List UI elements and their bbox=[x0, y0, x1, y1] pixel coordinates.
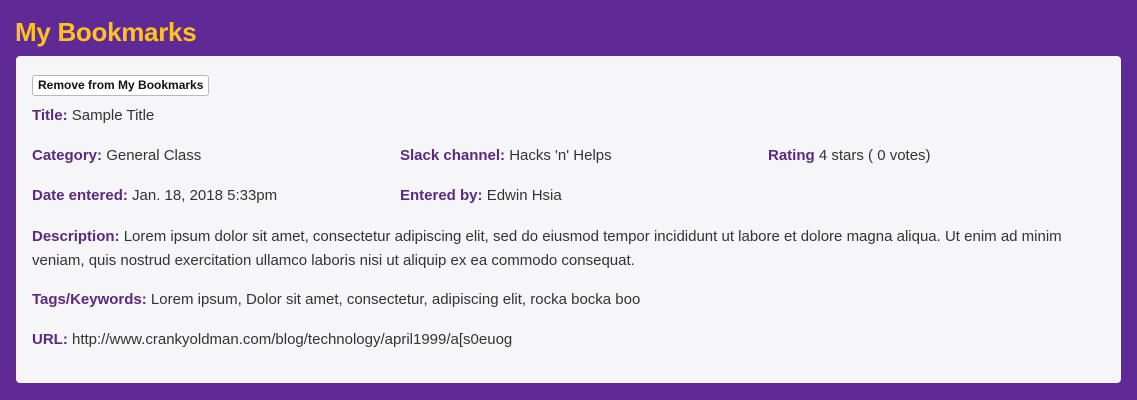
bookmark-card: Remove from My Bookmarks Title: Sample T… bbox=[16, 56, 1121, 383]
category-field: Category: General Class bbox=[32, 144, 201, 168]
title-value: Sample Title bbox=[71, 107, 155, 124]
category-label: Category: bbox=[32, 147, 103, 164]
tags-value: Lorem ipsum, Dolor sit amet, consectetur… bbox=[150, 291, 641, 308]
date-entered-value: Jan. 18, 2018 5:33pm bbox=[132, 187, 278, 204]
entered-by-label: Entered by: bbox=[400, 187, 483, 204]
rating-value: 4 stars ( 0 votes) bbox=[818, 147, 931, 164]
entered-by-field: Entered by: Edwin Hsia bbox=[400, 184, 562, 208]
description-label: Description: bbox=[32, 228, 120, 245]
rating-field: Rating 4 stars ( 0 votes) bbox=[768, 144, 931, 168]
entered-by-value: Edwin Hsia bbox=[486, 187, 562, 204]
category-value: General Class bbox=[106, 147, 202, 164]
slack-channel-label: Slack channel: bbox=[400, 147, 506, 164]
rating-label: Rating bbox=[768, 147, 815, 164]
url-field: URL: http://www.crankyoldman.com/blog/te… bbox=[32, 328, 512, 352]
date-entered-label: Date entered: bbox=[32, 187, 128, 204]
slack-channel-value: Hacks 'n' Helps bbox=[509, 147, 612, 164]
page-title: My Bookmarks bbox=[15, 17, 197, 47]
tags-field: Tags/Keywords: Lorem ipsum, Dolor sit am… bbox=[32, 288, 640, 312]
url-value[interactable]: http://www.crankyoldman.com/blog/technol… bbox=[72, 331, 512, 348]
title-field: Title: Sample Title bbox=[32, 104, 154, 128]
title-label: Title: bbox=[32, 107, 68, 124]
remove-bookmark-button[interactable]: Remove from My Bookmarks bbox=[32, 75, 210, 96]
description-field: Description: Lorem ipsum dolor sit amet,… bbox=[32, 225, 1102, 273]
tags-label: Tags/Keywords: bbox=[32, 291, 147, 308]
date-entered-field: Date entered: Jan. 18, 2018 5:33pm bbox=[32, 184, 277, 208]
description-value: Lorem ipsum dolor sit amet, consectetur … bbox=[32, 228, 1062, 269]
slack-channel-field: Slack channel: Hacks 'n' Helps bbox=[400, 144, 612, 168]
url-label: URL: bbox=[32, 331, 68, 348]
